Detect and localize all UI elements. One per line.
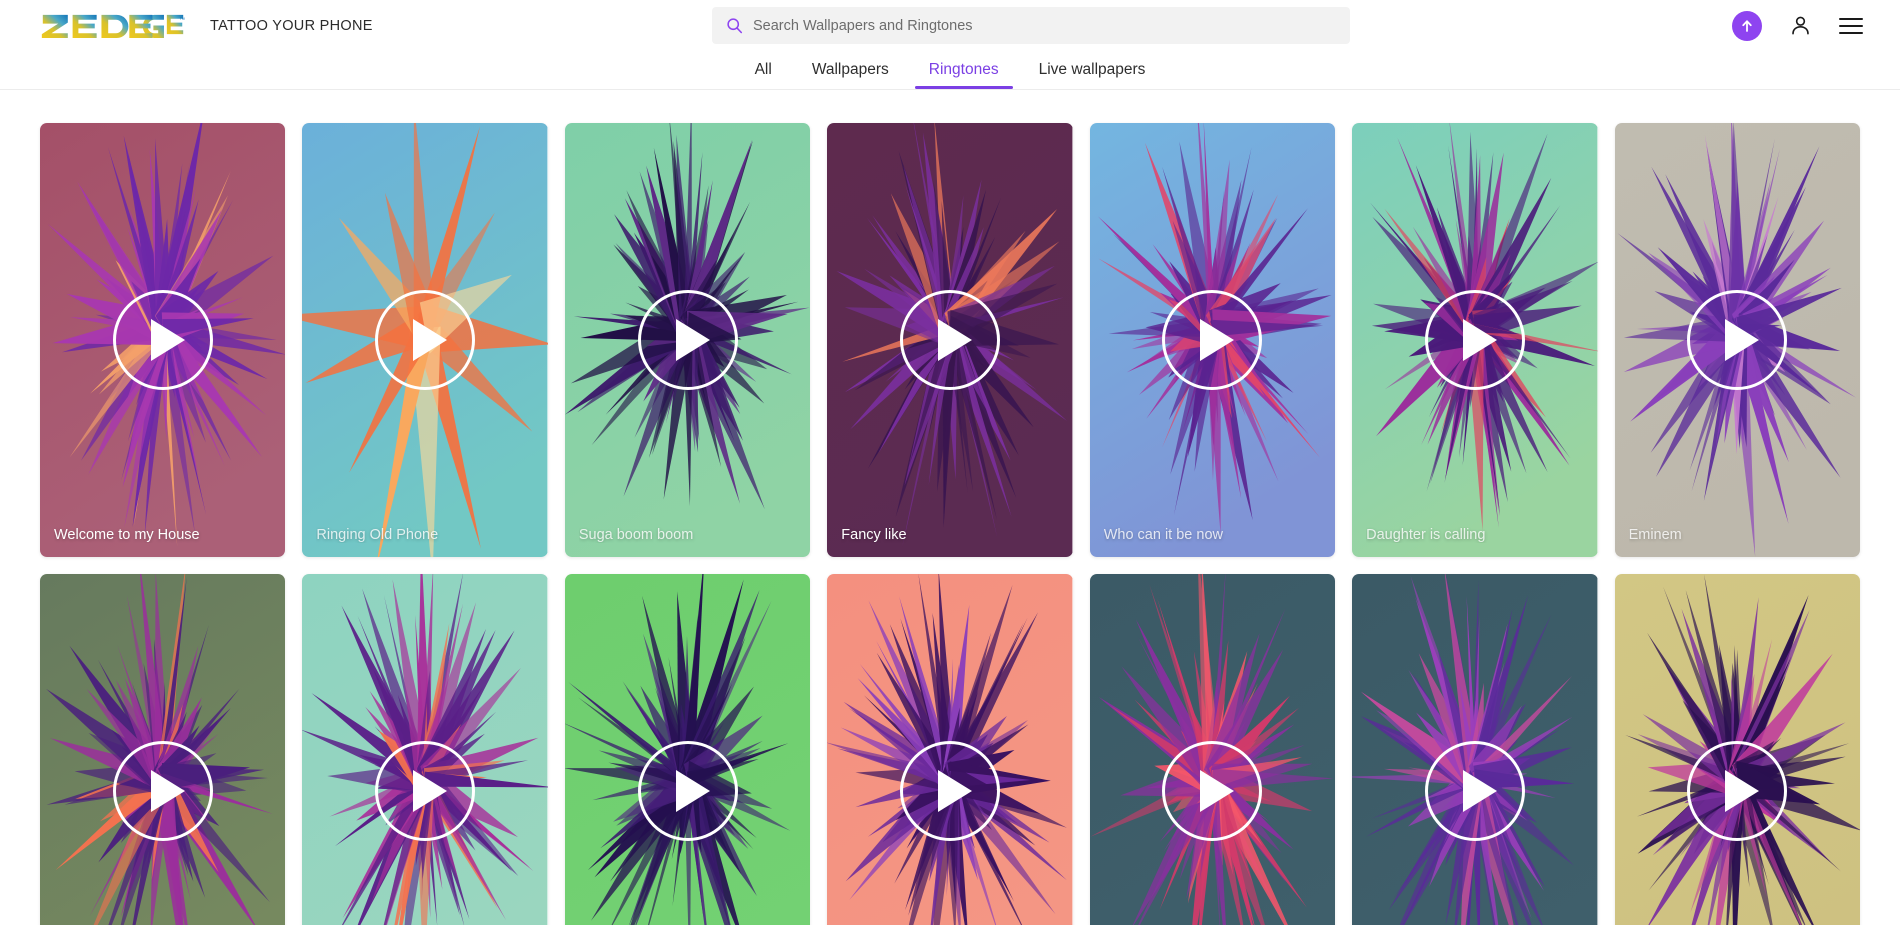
ringtone-card[interactable] [564, 574, 811, 925]
search-input[interactable] [753, 17, 1315, 34]
search-container [712, 7, 1350, 44]
card-artwork [1089, 574, 1336, 925]
ringtone-card[interactable] [1089, 574, 1336, 925]
brand-block: ™ TATTOO YOUR PHONE [0, 13, 373, 38]
card-artwork [1352, 123, 1598, 557]
card-artwork [40, 574, 286, 925]
user-icon [1791, 16, 1809, 35]
tab-all[interactable]: All [735, 51, 792, 89]
zedge-logo[interactable]: ™ [38, 13, 188, 38]
card-artwork [1614, 123, 1860, 557]
tab-live-wallpapers[interactable]: Live wallpapers [1019, 51, 1166, 89]
ringtone-card[interactable]: Ringing Old Phone [302, 123, 548, 557]
card-artwork [1089, 123, 1336, 557]
upload-arrow-icon [1742, 19, 1752, 32]
ringtone-card[interactable]: Who can it be now [1089, 123, 1336, 557]
card-artwork [40, 123, 286, 557]
category-tabbar: All Wallpapers Ringtones Live wallpapers [0, 51, 1900, 90]
card-artwork [827, 574, 1073, 925]
ringtone-card[interactable] [40, 574, 286, 925]
search-box[interactable] [712, 7, 1350, 44]
ringtone-card[interactable]: Eminem [1614, 123, 1860, 557]
card-artwork [564, 123, 811, 557]
card-artwork [1614, 574, 1860, 925]
upload-button[interactable] [1732, 10, 1762, 41]
ringtone-card[interactable]: Welcome to my House [40, 123, 286, 557]
ringtone-grid: Welcome to my House Ringing Old Phone Suga… [40, 123, 1860, 925]
site-header: ™ TATTOO YOUR PHONE [0, 0, 1900, 51]
card-artwork [302, 574, 548, 925]
search-icon [727, 18, 743, 34]
tab-ringtones[interactable]: Ringtones [909, 51, 1019, 89]
tab-list: All Wallpapers Ringtones Live wallpapers [735, 51, 1166, 89]
header-actions [1732, 0, 1864, 51]
ringtone-card[interactable]: Suga boom boom [564, 123, 811, 557]
hamburger-menu-icon [1839, 17, 1863, 34]
ringtone-card[interactable] [1614, 574, 1860, 925]
card-artwork [302, 123, 548, 557]
content-area: Welcome to my House Ringing Old Phone Suga… [0, 90, 1900, 925]
menu-button[interactable] [1838, 13, 1864, 39]
ringtone-card[interactable] [302, 574, 548, 925]
tab-wallpapers[interactable]: Wallpapers [792, 51, 909, 89]
card-artwork [827, 123, 1073, 557]
logo-trademark: ™ [179, 18, 185, 24]
card-artwork [1352, 574, 1598, 925]
ringtone-card[interactable] [1352, 574, 1598, 925]
card-artwork [564, 574, 811, 925]
ringtone-card[interactable] [827, 574, 1073, 925]
ringtone-card[interactable]: Daughter is calling [1352, 123, 1598, 557]
tagline: TATTOO YOUR PHONE [210, 17, 373, 34]
ringtone-card[interactable]: Fancy like [827, 123, 1073, 557]
account-button[interactable] [1787, 13, 1813, 39]
